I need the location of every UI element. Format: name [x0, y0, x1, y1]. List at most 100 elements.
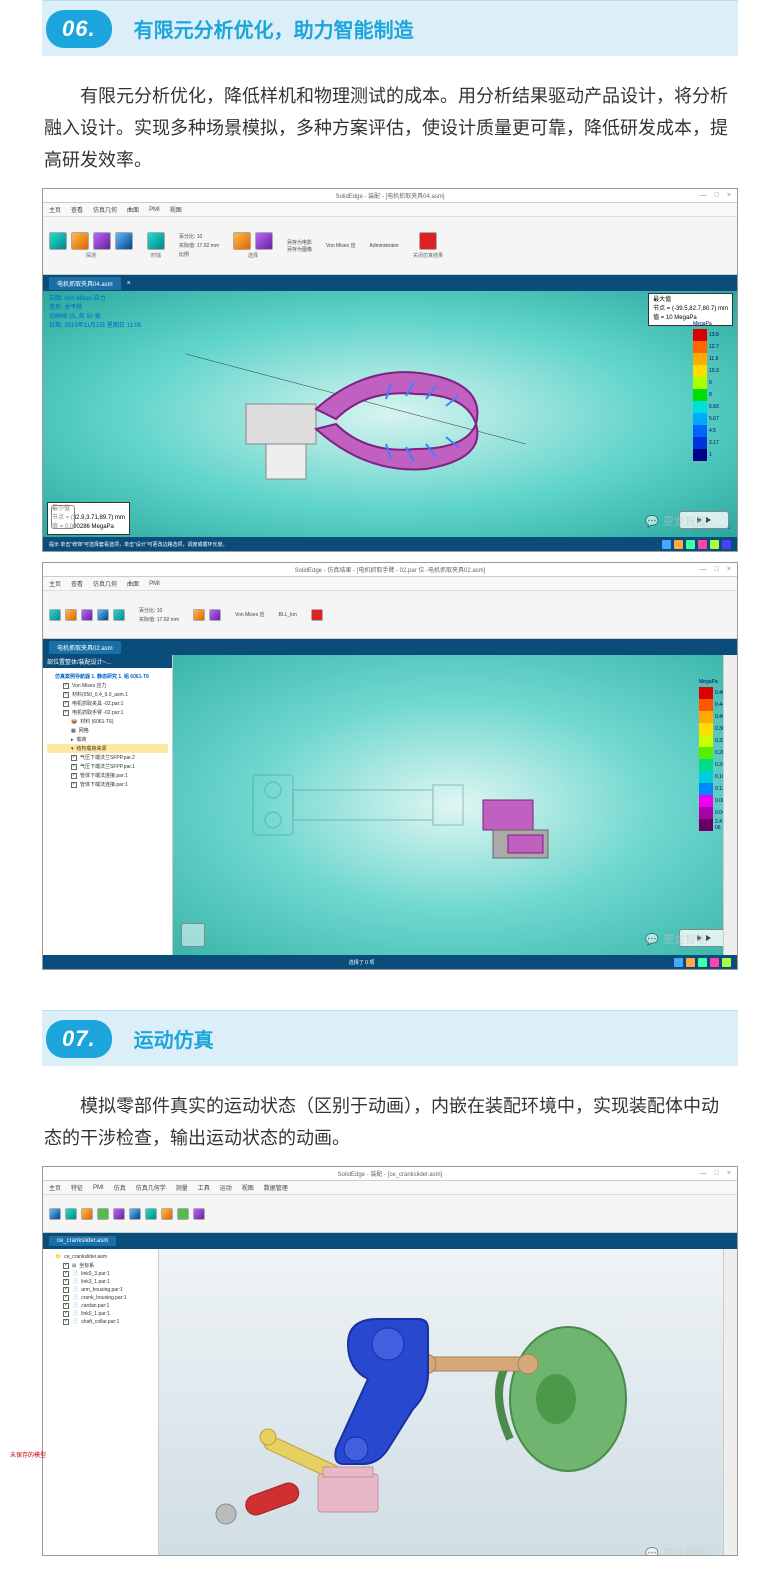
tree-item[interactable]: 📄 link0_3.par:1	[47, 1270, 154, 1278]
viewport-3d[interactable]: 云图: Von Mises 应力 变形: 总平移 动画帧 15, 共 50 帧 …	[43, 291, 737, 537]
tree-item[interactable]: 📄 shaft_collar.par:1	[47, 1318, 154, 1326]
tree-root[interactable]: 仿真案例导航器 1. 静态研究 1. 铝 6061-T6	[47, 672, 168, 681]
toolbar-icon[interactable]	[193, 1208, 205, 1220]
toolbar-icon[interactable]	[193, 609, 205, 621]
tree-item[interactable]: ⊞ 坐标系	[47, 1261, 154, 1270]
viewport-3d[interactable]: 💬 亚龙智能	[159, 1249, 737, 1556]
maximize-icon[interactable]: □	[715, 1170, 719, 1177]
info-overlay-topright: 最大值 节点 = (-39.5,82.7,80.7) mm 值 = 10 Meg…	[648, 293, 733, 326]
viewport-3d[interactable]: MegaPa 0.480 0.447 0.407 0.366 0.325 0.2…	[173, 655, 737, 955]
maximize-icon[interactable]: □	[715, 566, 719, 573]
menu-item[interactable]: 曲面	[127, 579, 139, 588]
tree-item[interactable]: 气压下端法兰SFPP.par.1	[47, 762, 168, 771]
document-tab[interactable]: 电机抓取夹具02.asm	[49, 641, 121, 654]
window-controls: — □ ×	[700, 192, 731, 199]
toolbar-icon[interactable]	[65, 1208, 77, 1220]
close-icon[interactable]: ×	[727, 566, 731, 573]
right-sidebar[interactable]	[723, 1249, 737, 1556]
tree-item[interactable]: ▦ 网格	[47, 726, 168, 735]
tree-item[interactable]: 管体下端法连接.par:1	[47, 780, 168, 789]
menu-item[interactable]: 仿真几何	[93, 205, 117, 214]
tree-item[interactable]: 材料(050_0.4_9.0_asm.1	[47, 690, 168, 699]
menu-item[interactable]: 曲面	[127, 205, 139, 214]
toolbar-icon[interactable]	[145, 1208, 157, 1220]
menu-item[interactable]: 主页	[49, 1183, 61, 1192]
view-cube[interactable]	[51, 505, 75, 529]
toolbar-icon[interactable]	[113, 1208, 125, 1220]
toolbar-icon[interactable]	[97, 609, 109, 621]
tree-panel: 部位置整体/装配设计~... 仿真案例导航器 1. 静态研究 1. 铝 6061…	[43, 655, 173, 955]
tree-item[interactable]: 电机抓取手臂 -02.par:1	[47, 708, 168, 717]
minimize-icon[interactable]: —	[700, 1170, 707, 1177]
tree-header: 部位置整体/装配设计~...	[43, 655, 172, 668]
menu-item[interactable]: 工具	[198, 1183, 210, 1192]
tree-item[interactable]: 📄 arm_housing.par:1	[47, 1286, 154, 1294]
close-sim-icon[interactable]	[419, 232, 437, 250]
minimize-icon[interactable]: —	[700, 566, 707, 573]
toolbar-icon[interactable]	[129, 1208, 141, 1220]
menu-item[interactable]: 测量	[176, 1183, 188, 1192]
maximize-icon[interactable]: □	[715, 192, 719, 199]
view-cube[interactable]	[181, 923, 205, 947]
shade-icon[interactable]	[93, 232, 111, 250]
tree-item[interactable]: 📄 link0_1.par:1	[47, 1310, 154, 1318]
section-title: 有限元分析优化，助力智能制造	[134, 14, 414, 43]
menu-item[interactable]: 主页	[49, 205, 61, 214]
tree-item[interactable]: 管体下端法连接.par:1	[47, 771, 168, 780]
menu-item[interactable]: 仿真几何	[93, 579, 117, 588]
menu-item[interactable]: 查看	[71, 579, 83, 588]
close-icon[interactable]: ×	[727, 192, 731, 199]
menu-item[interactable]: 仿真几何学	[136, 1183, 166, 1192]
watermark: 💬 亚龙智能	[645, 1545, 707, 1556]
menu-item[interactable]: 视图	[170, 205, 182, 214]
gripper-model	[186, 324, 526, 504]
time-icon[interactable]	[147, 232, 165, 250]
menu-item[interactable]: PMI	[149, 207, 160, 213]
menu-item[interactable]: 查看	[71, 205, 83, 214]
tree-item[interactable]: Von Mises 应力	[47, 681, 168, 690]
display-icon[interactable]	[71, 232, 89, 250]
tab-close-icon[interactable]: ×	[127, 280, 131, 287]
menu-item[interactable]: 运动	[220, 1183, 232, 1192]
tree-item[interactable]: 气压下端法兰SFPP.par.2	[47, 753, 168, 762]
menu-item[interactable]: 数据管理	[264, 1183, 288, 1192]
tree-item[interactable]: 📄 crank_housing.par:1	[47, 1294, 154, 1302]
toolbar-icon[interactable]	[81, 609, 93, 621]
tree-item[interactable]: 📄 link3_1.par:1	[47, 1278, 154, 1286]
ribbon-toolbar: 探测 时蚀 百分比: 10 实际值: 17.92 mm 比例 选择 另存为电影 …	[43, 217, 737, 275]
tree-item[interactable]: 电机抓取夹具 -02.par:1	[47, 699, 168, 708]
menu-item[interactable]: 视图	[242, 1183, 254, 1192]
sim-icon[interactable]	[255, 232, 273, 250]
sim-icon[interactable]	[233, 232, 251, 250]
menu-item[interactable]: PMI	[149, 581, 160, 587]
menu-item[interactable]: 仿真	[114, 1183, 126, 1192]
watermark: 💬 亚龙智能	[645, 513, 707, 529]
mesh-icon[interactable]	[115, 232, 133, 250]
tree-item[interactable]: 📦 材料 (6061-T6)	[47, 717, 168, 726]
toolbar-icon[interactable]	[161, 1208, 173, 1220]
close-icon[interactable]: ×	[727, 1170, 731, 1177]
toolbar-icon[interactable]	[65, 609, 77, 621]
toolbar-icon[interactable]	[209, 609, 221, 621]
toolbar-icon[interactable]	[81, 1208, 93, 1220]
toolbar-icon[interactable]	[177, 1208, 189, 1220]
probe-icon[interactable]	[49, 232, 67, 250]
menu-item[interactable]: 主页	[49, 579, 61, 588]
toolbar-icon[interactable]	[49, 609, 61, 621]
menu-item[interactable]: 特征	[71, 1183, 83, 1192]
toolbar-icon[interactable]	[49, 1208, 61, 1220]
document-tab[interactable]: 电机抓取夹具04.asm	[49, 277, 121, 290]
ribbon-label: 时蚀	[151, 252, 161, 259]
menu-item[interactable]: PMI	[93, 1185, 104, 1191]
tree-item[interactable]: 📁 ce_crankslider.asm	[47, 1253, 154, 1261]
toolbar-icon[interactable]	[113, 609, 125, 621]
right-sidebar[interactable]	[723, 655, 737, 955]
tree-item[interactable]: 📄 cardan.par:1	[47, 1302, 154, 1310]
close-sim-icon[interactable]	[311, 609, 323, 621]
tree-item[interactable]: ▸ 载荷	[47, 735, 168, 744]
toolbar-icon[interactable]	[97, 1208, 109, 1220]
document-tab[interactable]: ce_crankslider.asm	[49, 1236, 116, 1246]
tree-panel: 📁 ce_crankslider.asm ⊞ 坐标系 📄 link0_3.par…	[43, 1249, 159, 1556]
minimize-icon[interactable]: —	[700, 192, 707, 199]
tree-item-selected[interactable]: ▾ 结构载荷来源	[47, 744, 168, 753]
